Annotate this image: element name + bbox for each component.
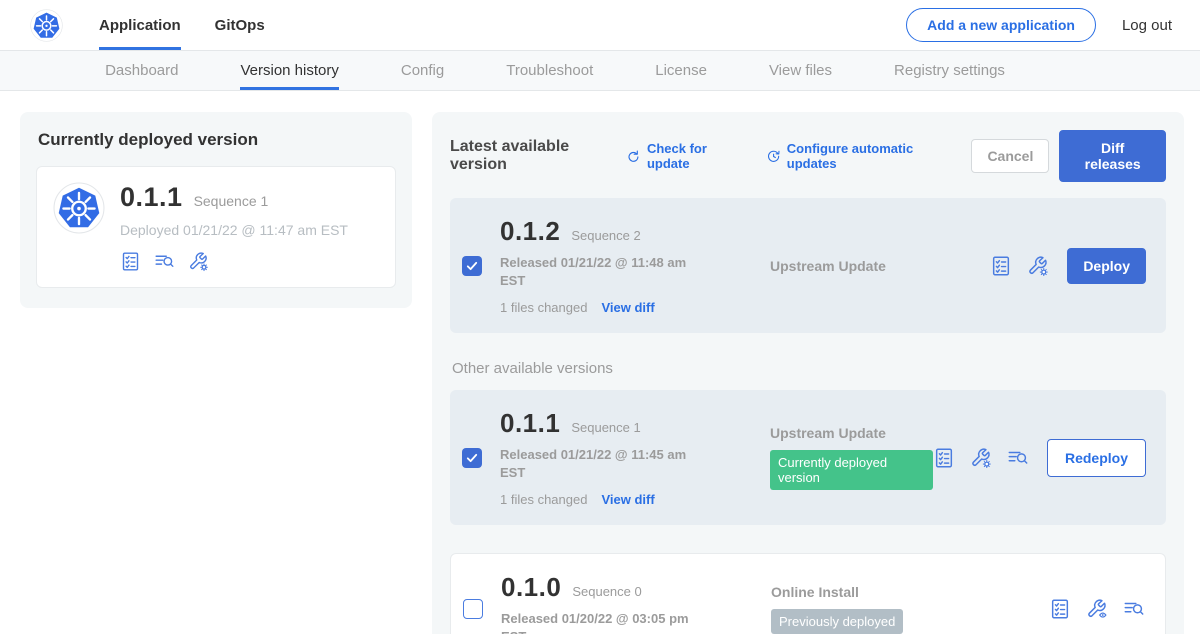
tab-view-files[interactable]: View files [769, 51, 832, 90]
release-notes-icon[interactable] [154, 251, 175, 272]
redeploy-button[interactable]: Redeploy [1047, 439, 1146, 477]
tab-config[interactable]: Config [401, 51, 444, 90]
tab-troubleshoot[interactable]: Troubleshoot [506, 51, 593, 90]
sequence-label: Sequence 0 [572, 584, 641, 599]
top-tab-application[interactable]: Application [99, 0, 181, 50]
tab-version-history[interactable]: Version history [240, 51, 338, 90]
logout-link[interactable]: Log out [1122, 17, 1172, 34]
version-row-0-1-0: 0.1.0 Sequence 0 Released 01/20/22 @ 03:… [450, 553, 1166, 634]
preflight-checks-icon[interactable] [933, 447, 955, 469]
version-number: 0.1.0 [501, 572, 561, 603]
version-number: 0.1.1 [500, 408, 560, 439]
preflight-checks-icon[interactable] [120, 251, 141, 272]
released-timestamp: Released 01/20/22 @ 03:05 pm EST [501, 610, 697, 634]
currently-deployed-panel: Currently deployed version 0.1.1 Sequenc… [20, 112, 412, 308]
version-checkbox[interactable] [462, 256, 482, 276]
released-timestamp: Released 01/21/22 @ 11:48 am EST [500, 254, 696, 289]
tab-dashboard[interactable]: Dashboard [105, 51, 178, 90]
deployed-version-card: 0.1.1 Sequence 1 Deployed 01/21/22 @ 11:… [36, 166, 396, 288]
version-source-label: Upstream Update [770, 425, 933, 441]
tab-license[interactable]: License [655, 51, 707, 90]
release-notes-icon[interactable] [1007, 447, 1029, 469]
kubernetes-app-icon [53, 182, 105, 234]
kubernetes-logo-icon [30, 9, 63, 42]
deploy-button[interactable]: Deploy [1067, 248, 1146, 284]
refresh-icon [626, 148, 641, 165]
version-history-panel: Latest available version Check for updat… [432, 112, 1184, 634]
version-checkbox[interactable] [463, 599, 483, 619]
top-nav: Application GitOps Add a new application… [0, 0, 1200, 50]
previously-deployed-badge: Previously deployed [771, 609, 903, 634]
sequence-label: Sequence 2 [571, 228, 640, 243]
version-source-label: Upstream Update [770, 258, 990, 274]
deployed-sequence-label: Sequence 1 [194, 193, 269, 209]
view-diff-link[interactable]: View diff [601, 300, 654, 315]
diff-releases-button[interactable]: Diff releases [1059, 130, 1166, 182]
version-row-0-1-1: 0.1.1 Sequence 1 Released 01/21/22 @ 11:… [450, 390, 1166, 525]
cancel-button[interactable]: Cancel [971, 139, 1049, 173]
other-available-versions-title: Other available versions [452, 360, 1166, 377]
version-row-0-1-2: 0.1.2 Sequence 2 Released 01/21/22 @ 11:… [450, 198, 1166, 333]
version-source-label: Online Install [771, 584, 1049, 600]
version-number: 0.1.2 [500, 216, 560, 247]
top-nav-tabs: Application GitOps [99, 0, 265, 50]
currently-deployed-badge: Currently deployed version [770, 450, 933, 490]
tab-registry-settings[interactable]: Registry settings [894, 51, 1005, 90]
app-logo [30, 0, 63, 50]
latest-version-header: Latest available version Check for updat… [450, 130, 1166, 182]
latest-available-title: Latest available version [450, 138, 612, 174]
version-checkbox[interactable] [462, 448, 482, 468]
scheduled-update-icon [766, 148, 781, 165]
files-changed-label: 1 files changed [500, 492, 587, 507]
check-for-update-link[interactable]: Check for update [626, 141, 742, 171]
view-config-icon[interactable] [1086, 598, 1108, 620]
edit-config-icon[interactable] [188, 251, 209, 272]
add-new-application-button[interactable]: Add a new application [906, 8, 1096, 42]
configure-automatic-updates-link[interactable]: Configure automatic updates [766, 141, 948, 171]
top-tab-gitops[interactable]: GitOps [215, 0, 265, 50]
deployed-timestamp: Deployed 01/21/22 @ 11:47 am EST [120, 222, 348, 238]
files-changed-label: 1 files changed [500, 300, 587, 315]
top-nav-spacer [265, 0, 906, 50]
row-spacer [450, 525, 1166, 553]
preflight-checks-icon[interactable] [1049, 598, 1071, 620]
edit-config-icon[interactable] [970, 447, 992, 469]
main-content: Currently deployed version 0.1.1 Sequenc… [0, 91, 1200, 634]
currently-deployed-title: Currently deployed version [38, 130, 396, 150]
app-sub-nav: Dashboard Version history Config Trouble… [0, 50, 1200, 91]
preflight-checks-icon[interactable] [990, 255, 1012, 277]
released-timestamp: Released 01/21/22 @ 11:45 am EST [500, 446, 696, 481]
view-diff-link[interactable]: View diff [601, 492, 654, 507]
deployed-version-number: 0.1.1 [120, 182, 183, 213]
sequence-label: Sequence 1 [571, 420, 640, 435]
release-notes-icon[interactable] [1123, 598, 1145, 620]
edit-config-icon[interactable] [1027, 255, 1049, 277]
